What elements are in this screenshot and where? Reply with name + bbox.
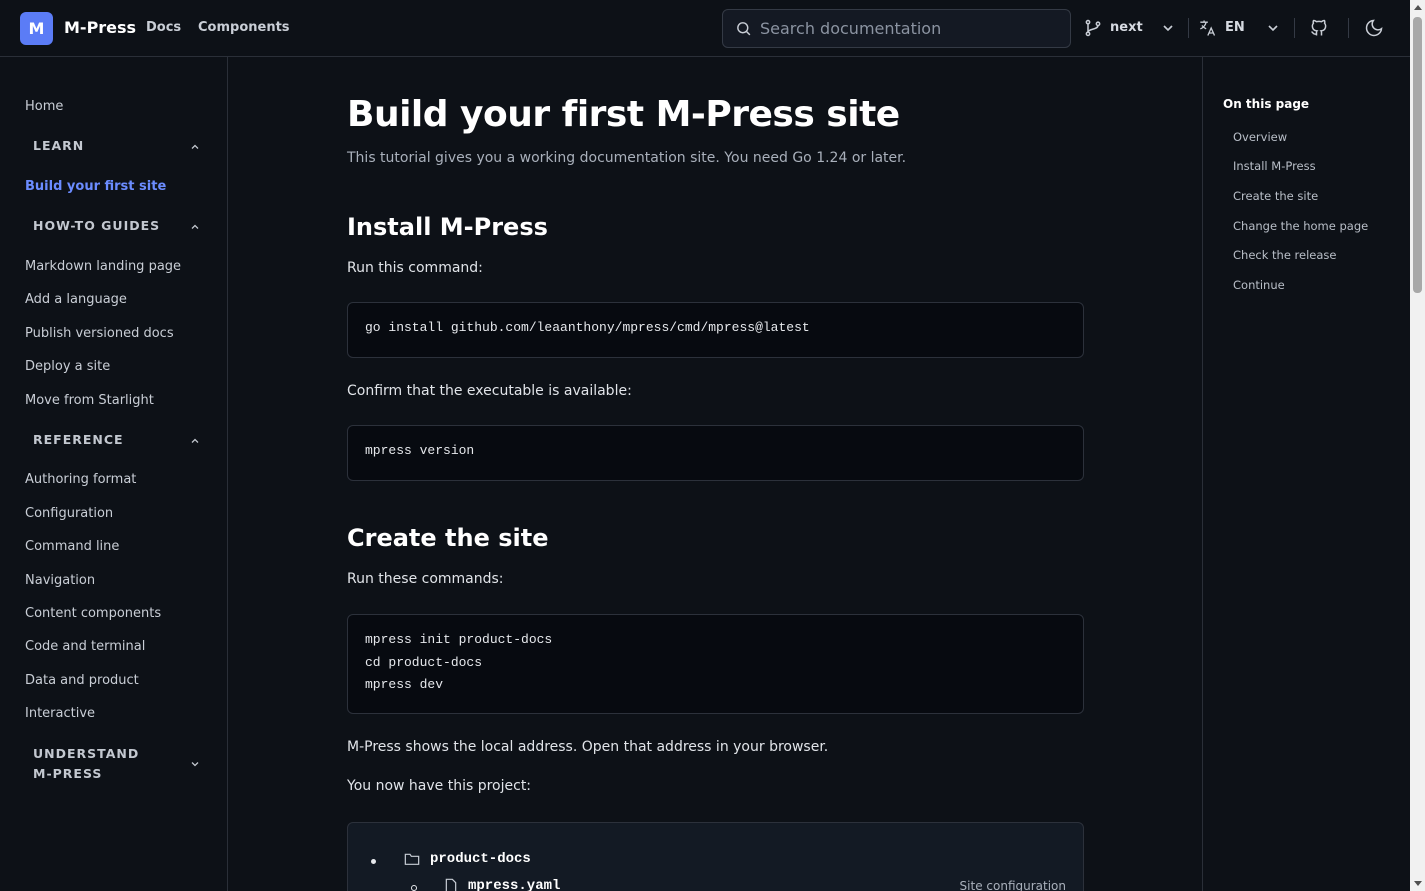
translate-icon <box>1200 20 1216 36</box>
divider <box>1348 18 1349 38</box>
divider <box>1188 18 1189 38</box>
toc-item[interactable]: Overview <box>1233 130 1287 144</box>
table-of-contents: On this page Overview Install M-Press Cr… <box>1202 57 1410 891</box>
divider <box>1294 18 1295 38</box>
sidebar-item[interactable]: Data and product <box>25 673 139 688</box>
sidebar-item[interactable]: Add a language <box>25 292 127 307</box>
chevron-up-icon[interactable] <box>189 221 201 233</box>
scroll-up-arrow[interactable] <box>1414 5 1422 10</box>
toc-item[interactable]: Create the site <box>1233 189 1318 203</box>
sidebar-item-home[interactable]: Home <box>25 99 63 114</box>
sidebar-item[interactable]: Code and terminal <box>25 639 145 654</box>
sidebar-item-build-first-site[interactable]: Build your first site <box>25 179 166 194</box>
paragraph: Run these commands: <box>347 571 504 587</box>
code-line: go install github.com/leaanthony/mpress/… <box>365 320 810 335</box>
toc-title: On this page <box>1223 97 1310 111</box>
sidebar-item[interactable]: Authoring format <box>25 472 136 487</box>
sidebar-item[interactable]: Move from Starlight <box>25 393 154 408</box>
logo[interactable]: M <box>20 12 53 45</box>
paragraph: M-Press shows the local address. Open th… <box>347 739 829 755</box>
sidebar-item[interactable]: Command line <box>25 539 119 554</box>
sidebar-item[interactable]: Navigation <box>25 573 95 588</box>
code-line: cd product-docs <box>365 654 483 670</box>
scroll-down-arrow[interactable] <box>1414 881 1422 886</box>
page-title: Build your first M-Press site <box>347 94 900 135</box>
sidebar-item[interactable]: Publish versioned docs <box>25 326 174 341</box>
toc-item[interactable]: Install M-Press <box>1233 159 1316 173</box>
brand-name[interactable]: M-Press <box>64 18 136 37</box>
code-line: mpress dev <box>365 677 444 692</box>
sidebar-item[interactable]: Content components <box>25 606 161 621</box>
chevron-up-icon[interactable] <box>189 435 201 447</box>
sidebar-item[interactable]: Deploy a site <box>25 359 110 374</box>
nav-components[interactable]: Components <box>198 20 290 35</box>
top-header: M M-Press Docs Components Search documen… <box>0 0 1410 57</box>
code-block[interactable]: mpress init product-docs cd product-docs… <box>347 614 1084 714</box>
tree-item-name: product-docs <box>430 851 531 867</box>
version-select[interactable]: next <box>1110 20 1143 35</box>
tree-item-file[interactable]: mpress.yaml <box>444 878 560 891</box>
github-icon[interactable] <box>1309 18 1329 38</box>
tree-item-name: mpress.yaml <box>468 878 561 891</box>
sidebar-group-understand[interactable]: UNDERSTAND M-PRESS <box>33 744 163 784</box>
tree-item-note: Site configuration <box>959 879 1066 891</box>
branch-icon <box>1085 19 1101 37</box>
paragraph: Confirm that the executable is available… <box>347 383 632 399</box>
sidebar-group-how-to[interactable]: HOW-TO GUIDES <box>33 216 163 236</box>
chevron-down-icon[interactable] <box>1160 20 1176 36</box>
code-block[interactable]: go install github.com/leaanthony/mpress/… <box>347 302 1084 358</box>
file-tree: product-docs mpress.yaml Site configurat… <box>347 822 1084 891</box>
search-placeholder: Search documentation <box>760 19 942 38</box>
scroll-thumb[interactable] <box>1413 17 1422 293</box>
nav-docs[interactable]: Docs <box>146 20 181 35</box>
sidebar-group-reference[interactable]: REFERENCE <box>33 430 163 450</box>
search-input[interactable]: Search documentation <box>722 9 1071 48</box>
file-icon <box>445 878 457 891</box>
paragraph: Run this command: <box>347 260 483 276</box>
logo-letter: M <box>28 19 45 38</box>
code-line: mpress version <box>365 443 475 458</box>
section-heading-create: Create the site <box>347 524 549 552</box>
toc-item[interactable]: Check the release <box>1233 248 1337 262</box>
list-bullet <box>371 859 376 864</box>
language-select[interactable]: EN <box>1225 20 1245 35</box>
moon-icon[interactable] <box>1364 18 1384 38</box>
section-heading-install: Install M-Press <box>347 213 548 241</box>
chevron-down-icon[interactable] <box>189 758 201 770</box>
list-bullet <box>411 885 417 891</box>
folder-icon <box>404 853 420 865</box>
sidebar: Home LEARN Build your first site HOW-TO … <box>0 57 228 891</box>
main-content: Build your first M-Press site This tutor… <box>228 57 1202 891</box>
chevron-up-icon[interactable] <box>189 141 201 153</box>
chevron-down-icon[interactable] <box>1265 20 1281 36</box>
search-icon <box>737 22 751 36</box>
tree-item-root[interactable]: product-docs <box>404 851 531 867</box>
sidebar-item[interactable]: Interactive <box>25 706 95 721</box>
toc-item[interactable]: Continue <box>1233 278 1285 292</box>
scrollbar[interactable] <box>1410 0 1425 891</box>
toc-item[interactable]: Change the home page <box>1233 219 1368 233</box>
sidebar-item[interactable]: Markdown landing page <box>25 259 181 274</box>
page-lede: This tutorial gives you a working docume… <box>347 150 907 166</box>
code-block[interactable]: mpress version <box>347 425 1084 481</box>
sidebar-item[interactable]: Configuration <box>25 506 113 521</box>
paragraph: You now have this project: <box>347 778 532 794</box>
sidebar-group-learn[interactable]: LEARN <box>33 136 163 156</box>
code-line: mpress init product-docs <box>365 632 553 647</box>
